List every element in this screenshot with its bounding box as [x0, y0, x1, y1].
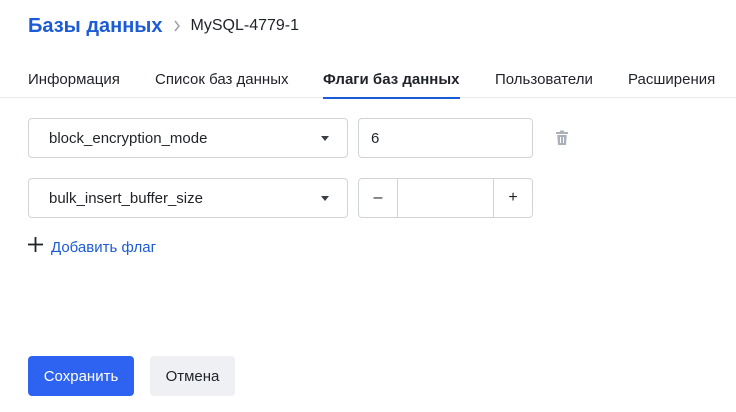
plus-icon	[28, 237, 43, 257]
decrement-button[interactable]: –	[359, 179, 398, 217]
save-button[interactable]: Сохранить	[28, 356, 134, 396]
flag-value-stepper: – +	[358, 178, 533, 218]
tab-info[interactable]: Информация	[28, 58, 120, 98]
breadcrumb-current: MySQL-4779-1	[190, 17, 300, 34]
increment-button[interactable]: +	[493, 179, 532, 217]
breadcrumb: Базы данных MySQL-4779-1	[28, 12, 299, 40]
cancel-button[interactable]: Отмена	[150, 356, 235, 396]
stepper-input[interactable]	[398, 179, 493, 217]
tab-database-flags[interactable]: Флаги баз данных	[323, 58, 460, 99]
add-flag-button[interactable]: Добавить флаг	[28, 236, 156, 258]
flag-value-input[interactable]	[358, 118, 533, 158]
chevron-right-icon	[163, 20, 191, 32]
trash-icon[interactable]	[555, 130, 569, 146]
flag-name-value: bulk_insert_buffer_size	[49, 189, 203, 207]
breadcrumb-databases-link[interactable]: Базы данных	[28, 15, 163, 38]
flag-name-select[interactable]: bulk_insert_buffer_size	[28, 178, 348, 218]
flag-name-select[interactable]: block_encryption_mode	[28, 118, 348, 158]
tab-users[interactable]: Пользователи	[495, 58, 593, 98]
tab-database-list[interactable]: Список баз данных	[155, 58, 288, 98]
add-flag-label: Добавить флаг	[51, 238, 157, 256]
caret-down-icon	[321, 196, 329, 201]
caret-down-icon	[321, 136, 329, 141]
tab-extensions[interactable]: Расширения	[628, 58, 715, 98]
tab-bar: Информация Список баз данных Флаги баз д…	[0, 58, 736, 99]
flag-name-value: block_encryption_mode	[49, 129, 208, 147]
